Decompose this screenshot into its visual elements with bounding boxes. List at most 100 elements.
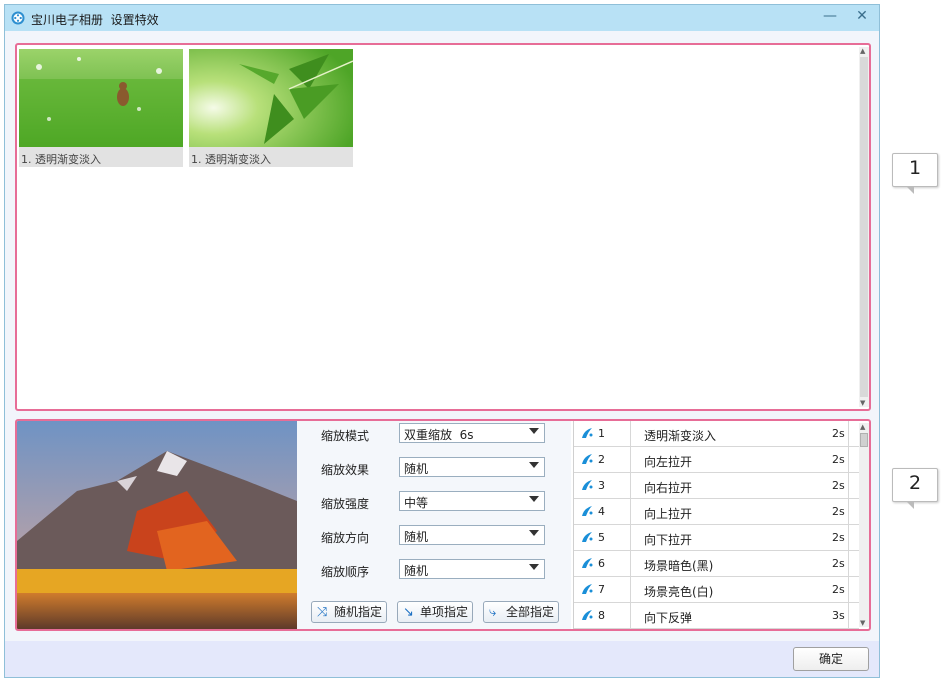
- arrow-down-right-icon: ↘: [403, 605, 414, 620]
- effect-list-scrollbar[interactable]: ▲ ▼: [859, 423, 869, 627]
- zoom-mode-value: 双重缩放 6s: [404, 428, 474, 442]
- close-button[interactable]: ✕: [847, 5, 877, 27]
- effect-name-cell: 场景暗色(黑): [630, 551, 849, 576]
- minimize-button[interactable]: —: [815, 5, 845, 27]
- effect-list: 1 透明渐变淡入 2s 2 向左拉开 2s 3 向右拉开 2s 4 向上拉开 2s 5 向下拉开 2s 6 场景…: [573, 421, 859, 629]
- callout-tail: [906, 501, 914, 509]
- zoom-direction-select[interactable]: 随机: [399, 525, 545, 545]
- green-leaf-photo-icon: [189, 49, 353, 147]
- effect-index-cell: 1: [574, 421, 631, 446]
- effect-duration: 2s: [832, 583, 845, 596]
- effect-number: 5: [598, 531, 605, 544]
- effect-row[interactable]: 7 场景亮色(白) 2s: [574, 577, 859, 603]
- chevron-down-icon: [529, 428, 539, 434]
- effect-name: 向下拉开: [644, 533, 693, 547]
- effect-duration: 2s: [832, 479, 845, 492]
- effect-settings-panel: 缩放模式 双重缩放 6s 缩放效果 随机 缩放强度 中等 缩放方向 随机 缩放顺…: [15, 419, 871, 631]
- magic-wand-icon: [582, 454, 593, 464]
- photo-thumbnail[interactable]: 1. 透明渐变淡入: [189, 49, 353, 167]
- effect-name-cell: 向下反弹: [630, 603, 849, 628]
- callout-2: 2: [892, 468, 938, 509]
- effect-row[interactable]: 8 向下反弹 3s: [574, 603, 859, 629]
- zoom-effect-value: 随机: [404, 462, 429, 476]
- effect-number: 1: [598, 427, 605, 440]
- zoom-effect-select[interactable]: 随机: [399, 457, 545, 477]
- arrow-curve-icon: ⤷: [489, 605, 497, 620]
- single-assign-button[interactable]: ↘ 单项指定: [397, 601, 473, 623]
- effect-name-cell: 透明渐变淡入: [630, 421, 849, 446]
- effect-index-cell: 5: [574, 525, 631, 550]
- effect-name: 向左拉开: [644, 455, 693, 469]
- magic-wand-icon: [582, 532, 593, 542]
- scroll-down-icon[interactable]: ▼: [860, 619, 865, 627]
- zoom-strength-value: 中等: [404, 496, 429, 510]
- effect-name: 透明渐变淡入: [644, 429, 717, 443]
- shuffle-icon: ⤨: [317, 605, 328, 620]
- effect-number: 8: [598, 609, 605, 622]
- zoom-strength-select[interactable]: 中等: [399, 491, 545, 511]
- all-assign-button[interactable]: ⤷ 全部指定: [483, 601, 559, 623]
- effect-name-cell: 场景亮色(白): [630, 577, 849, 602]
- window-title: 宝川电子相册 设置特效: [31, 13, 159, 27]
- effect-duration: 2s: [832, 531, 845, 544]
- effect-name-cell: 向右拉开: [630, 473, 849, 498]
- callout-number: 1: [908, 157, 922, 179]
- callout-number: 2: [908, 472, 922, 494]
- effect-duration: 3s: [832, 609, 845, 622]
- random-assign-button[interactable]: ⤨ 随机指定: [311, 601, 387, 623]
- effect-number: 2: [598, 453, 605, 466]
- zoom-order-select[interactable]: 随机: [399, 559, 545, 579]
- effect-number: 7: [598, 583, 605, 596]
- effect-name: 场景亮色(白): [644, 585, 714, 599]
- effect-duration: 2s: [832, 505, 845, 518]
- effect-name: 向上拉开: [644, 507, 693, 521]
- effect-name-cell: 向上拉开: [630, 499, 849, 524]
- magic-wand-icon: [582, 584, 593, 594]
- effect-index-cell: 3: [574, 473, 631, 498]
- effect-index-cell: 7: [574, 577, 631, 602]
- thumbnail-label: 1. 透明渐变淡入: [191, 153, 271, 166]
- photo-grid-panel: 1. 透明渐变淡入 1. 透明渐变淡入 ▲ ▼: [15, 43, 871, 411]
- effect-number: 6: [598, 557, 605, 570]
- chevron-down-icon: [529, 530, 539, 536]
- footer-bar: 确定: [5, 641, 879, 677]
- scroll-up-icon[interactable]: ▲: [860, 423, 865, 431]
- effect-row[interactable]: 4 向上拉开 2s: [574, 499, 859, 525]
- effect-row[interactable]: 3 向右拉开 2s: [574, 473, 859, 499]
- magic-wand-icon: [582, 610, 593, 620]
- effect-duration: 2s: [832, 453, 845, 466]
- chevron-down-icon: [529, 496, 539, 502]
- chevron-down-icon: [529, 462, 539, 468]
- magic-wand-icon: [582, 506, 593, 516]
- effect-index-cell: 6: [574, 551, 631, 576]
- random-assign-label: 随机指定: [334, 605, 383, 619]
- effect-row[interactable]: 1 透明渐变淡入 2s: [574, 421, 859, 447]
- photo-grid-scrollbar[interactable]: ▲ ▼: [859, 47, 869, 407]
- mountain-lake-photo-icon: [17, 421, 297, 629]
- scrollbar-thumb[interactable]: [860, 57, 868, 397]
- effect-duration: 2s: [832, 427, 845, 440]
- title-bar: 宝川电子相册 设置特效 — ✕: [5, 5, 879, 31]
- all-assign-label: 全部指定: [506, 605, 555, 619]
- zoom-strength-label: 缩放强度: [321, 497, 370, 511]
- effect-row[interactable]: 5 向下拉开 2s: [574, 525, 859, 551]
- scroll-down-icon[interactable]: ▼: [860, 399, 865, 407]
- scroll-up-icon[interactable]: ▲: [860, 47, 865, 55]
- zoom-direction-value: 随机: [404, 530, 429, 544]
- effect-name: 向下反弹: [644, 611, 693, 625]
- film-reel-icon: [11, 11, 25, 25]
- photo-thumbnail[interactable]: 1. 透明渐变淡入: [19, 49, 183, 167]
- effect-row[interactable]: 6 场景暗色(黑) 2s: [574, 551, 859, 577]
- zoom-mode-select[interactable]: 双重缩放 6s: [399, 423, 545, 443]
- thumbnail-label: 1. 透明渐变淡入: [21, 153, 101, 166]
- ok-button[interactable]: 确定: [793, 647, 869, 671]
- magic-wand-icon: [582, 480, 593, 490]
- magic-wand-icon: [582, 558, 593, 568]
- scrollbar-thumb[interactable]: [860, 433, 868, 447]
- effect-index-cell: 8: [574, 603, 631, 628]
- effect-row[interactable]: 2 向左拉开 2s: [574, 447, 859, 473]
- effect-index-cell: 2: [574, 447, 631, 472]
- effect-settings-form: 缩放模式 双重缩放 6s 缩放效果 随机 缩放强度 中等 缩放方向 随机 缩放顺…: [297, 421, 571, 629]
- callout-tail: [906, 186, 914, 194]
- effect-index-cell: 4: [574, 499, 631, 524]
